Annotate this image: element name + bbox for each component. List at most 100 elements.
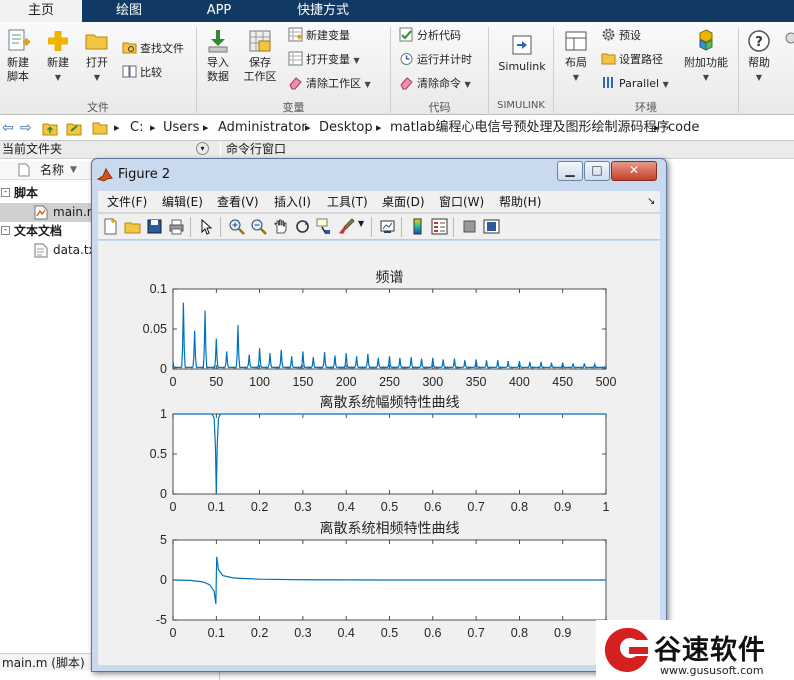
open-file-icon[interactable] [124, 218, 141, 235]
minimize-button[interactable]: ▁ [557, 161, 583, 181]
forward-arrow-icon[interactable]: ⇨ [20, 115, 32, 141]
tab-home[interactable]: 主页 [0, 0, 82, 22]
command-window-header: 命令行窗口 [221, 141, 794, 159]
clear-commands-dropdown-icon[interactable]: ▼ [465, 80, 471, 89]
clear-workspace-dropdown-icon[interactable]: ▼ [365, 80, 371, 89]
addons-cubes-icon [699, 29, 713, 51]
open-variable-dropdown-icon[interactable]: ▼ [354, 56, 360, 65]
browse-folder-icon[interactable] [66, 120, 82, 136]
figure-canvas[interactable]: 频谱 0 50 100 150 200 250 300 350 400 450 500 0 0.05 0.1… [98, 241, 660, 665]
clear-workspace-button[interactable]: 清除工作区 ▼ [288, 74, 371, 94]
layout-icon [565, 31, 587, 51]
new-script-button[interactable]: 新建 脚本 [3, 28, 33, 84]
maximize-button[interactable]: □ [584, 161, 610, 181]
compare-label: 比较 [140, 66, 162, 79]
parallel-label: Parallel [619, 77, 660, 90]
collapse-icon[interactable]: - [1, 226, 10, 235]
new-plus-icon [48, 31, 68, 51]
clear-commands-button[interactable]: 清除命令 ▼ [399, 74, 471, 94]
addons-button[interactable]: 附加功能 ▼ [682, 28, 730, 85]
dock-arrow-icon[interactable]: ↘ [647, 191, 655, 213]
breadcrumb-desktop[interactable]: Desktop [319, 115, 373, 141]
sort-down-icon[interactable]: ▼ [70, 161, 77, 180]
back-arrow-icon[interactable]: ⇦ [2, 115, 14, 141]
analyze-code-button[interactable]: 分析代码 [399, 26, 461, 46]
menu-desktop[interactable]: 桌面(D) [382, 191, 425, 213]
legend-icon[interactable] [431, 218, 448, 235]
zoom-out-icon[interactable] [250, 218, 267, 235]
new-dropdown-icon[interactable]: ▼ [55, 73, 61, 82]
menu-window[interactable]: 窗口(W) [439, 191, 484, 213]
open-variable-button[interactable]: 打开变量 ▼ [288, 50, 360, 70]
print-icon[interactable] [168, 218, 185, 235]
new-figure-icon[interactable] [102, 218, 119, 235]
layout-label: 布局 [565, 56, 587, 69]
tab-apps[interactable]: APP [178, 0, 260, 22]
new-button[interactable]: 新建 ▼ [44, 28, 72, 85]
parallel-button[interactable]: Parallel ▼ [601, 74, 669, 94]
x-tick-label: 0.3 [294, 500, 311, 514]
tab-plots[interactable]: 绘图 [88, 0, 170, 22]
text-file-icon [34, 243, 48, 258]
x-tick-label: 350 [466, 375, 487, 389]
open-dropdown-icon[interactable]: ▼ [94, 73, 100, 82]
import-data-button[interactable]: 导入 数据 [201, 28, 235, 84]
layout-button[interactable]: 布局 ▼ [561, 28, 591, 85]
menu-tools[interactable]: 工具(T) [327, 191, 368, 213]
layout-dropdown-icon[interactable]: ▼ [573, 73, 579, 82]
breadcrumb-users[interactable]: Users [163, 115, 199, 141]
show-plot-tools-icon[interactable] [483, 218, 500, 235]
link-plot-icon[interactable] [379, 218, 396, 235]
up-folder-icon[interactable] [42, 120, 58, 136]
help-dropdown-icon[interactable]: ▼ [756, 73, 762, 82]
y-tick-label: 0 [160, 573, 167, 587]
community-icon [785, 32, 794, 44]
breadcrumb-separator: ▸ [305, 121, 311, 134]
pan-hand-icon[interactable] [272, 218, 289, 235]
new-script-label: 新建 脚本 [7, 56, 29, 83]
preferences-button[interactable]: 预设 [601, 26, 641, 46]
column-name-header[interactable]: 名称 [40, 161, 64, 180]
simulink-button[interactable]: Simulink [497, 32, 547, 74]
compare-button[interactable]: 比较 [122, 63, 162, 83]
collapse-icon[interactable]: - [1, 188, 10, 197]
set-path-button[interactable]: 设置路径 [601, 50, 663, 70]
parallel-dropdown-icon[interactable]: ▼ [663, 80, 669, 89]
run-and-time-button[interactable]: 运行并计时 [399, 50, 472, 70]
x-tick-label: 200 [336, 375, 357, 389]
community-icon-partial[interactable] [781, 28, 794, 56]
panel-actions-icon[interactable]: ▾ [196, 142, 209, 155]
menu-insert[interactable]: 插入(I) [274, 191, 311, 213]
zoom-in-icon[interactable] [228, 218, 245, 235]
help-button[interactable]: ? 帮助 ▼ [744, 28, 774, 85]
find-files-button[interactable]: 查找文件 [122, 39, 184, 59]
menu-view[interactable]: 查看(V) [217, 191, 259, 213]
breadcrumb-code[interactable]: code [668, 115, 699, 141]
colorbar-icon[interactable] [409, 218, 426, 235]
save-workspace-button[interactable]: 保存 工作区 [242, 28, 278, 84]
menu-edit[interactable]: 编辑(E) [162, 191, 203, 213]
save-workspace-label: 保存 工作区 [243, 56, 277, 83]
breadcrumb-administrator[interactable]: Administrator [218, 115, 307, 141]
brush-icon[interactable] [338, 218, 355, 235]
menu-help[interactable]: 帮助(H) [499, 191, 541, 213]
x-tick-label: 50 [209, 375, 223, 389]
clear-commands-label: 清除命令 [417, 77, 461, 90]
save-icon[interactable] [146, 218, 163, 235]
tab-shortcuts[interactable]: 快捷方式 [268, 0, 378, 22]
breadcrumb-project-folder[interactable]: matlab编程心电信号预处理及图形绘制源码程序 [390, 115, 670, 141]
help-label: 帮助 [748, 56, 770, 69]
rotate3d-icon[interactable] [294, 218, 311, 235]
menu-file[interactable]: 文件(F) [107, 191, 147, 213]
brush-dropdown-icon[interactable]: ▼ [358, 219, 364, 228]
open-button[interactable]: 打开 ▼ [83, 28, 111, 85]
figure-window: Figure 2 ▁ □ ✕ 文件(F) 编辑(E) 查看(V) 插入(I) 工… [91, 158, 667, 672]
new-variable-button[interactable]: 新建变量 [288, 26, 350, 46]
data-cursor-icon[interactable] [316, 218, 333, 235]
breadcrumb-c[interactable]: C: [130, 115, 143, 141]
figure-toolbar: ▼ [98, 214, 660, 240]
hide-plot-tools-icon[interactable] [461, 218, 478, 235]
arrow-select-icon[interactable] [198, 218, 215, 235]
close-button[interactable]: ✕ [611, 161, 657, 181]
addons-dropdown-icon[interactable]: ▼ [703, 73, 709, 82]
